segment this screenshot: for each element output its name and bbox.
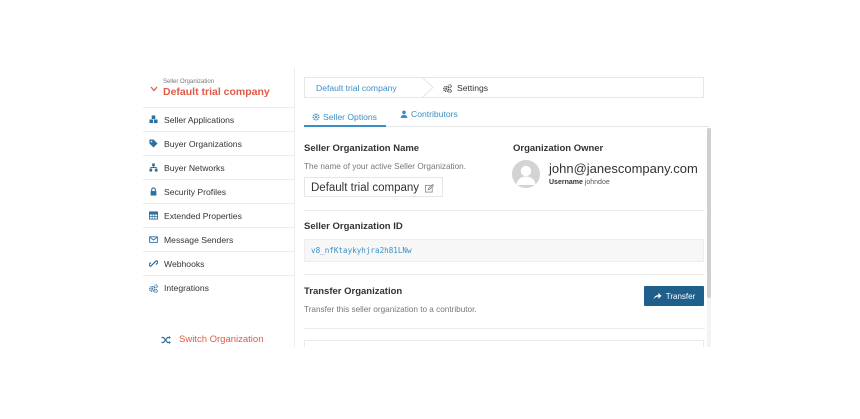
sidebar-nav: Seller Applications Buyer Organizations …	[143, 107, 294, 300]
sidebar-item-extended-properties[interactable]: Extended Properties	[143, 204, 294, 228]
avatar	[512, 160, 540, 188]
divider	[304, 328, 705, 329]
tab-seller-options[interactable]: Seller Options	[304, 102, 386, 127]
tab-contributors[interactable]: Contributors	[400, 109, 458, 119]
table-icon	[149, 211, 158, 220]
sidebar-item-label: Extended Properties	[164, 210, 242, 221]
org-name-field[interactable]: Default trial company	[304, 177, 444, 197]
username-label: Username	[549, 179, 583, 186]
settings-content: Seller Organization Name The name of you…	[295, 128, 708, 347]
org-id-title: Seller Organization ID	[304, 221, 403, 232]
org-selector[interactable]: Seller Organization Default trial compan…	[143, 74, 294, 104]
sidebar: Seller Organization Default trial compan…	[143, 74, 294, 300]
sidebar-item-label: Webhooks	[164, 258, 205, 269]
sidebar-item-seller-applications[interactable]: Seller Applications	[143, 108, 294, 132]
next-section-box	[304, 340, 704, 347]
breadcrumb-org-link[interactable]: Default trial company	[316, 83, 397, 93]
breadcrumb-current-label: Settings	[457, 83, 489, 93]
envelope-icon	[149, 236, 158, 243]
sidebar-item-buyer-networks[interactable]: Buyer Networks	[143, 156, 294, 180]
scrollbar-thumb[interactable]	[707, 128, 711, 298]
org-name[interactable]: Default trial company	[163, 86, 294, 99]
transfer-title: Transfer Organization	[304, 286, 403, 297]
sidebar-item-label: Buyer Organizations	[164, 138, 242, 149]
scrollbar[interactable]	[707, 128, 711, 347]
transfer-help: Transfer this seller organization to a c…	[304, 305, 477, 314]
lock-icon	[150, 187, 157, 196]
cogs-icon	[443, 83, 452, 93]
breadcrumb-separator	[422, 77, 434, 98]
breadcrumb: Default trial company Settings	[304, 77, 704, 98]
tab-bar: Seller Options Contributors	[304, 102, 709, 127]
owner-email: john@janescompany.com	[549, 161, 698, 176]
tag-icon	[149, 139, 158, 148]
divider	[304, 210, 705, 211]
org-name-title: Seller Organization Name	[304, 143, 420, 154]
tab-label: Contributors	[411, 109, 458, 119]
switch-organization-button[interactable]: Switch Organization	[161, 334, 263, 345]
sidebar-item-buyer-organizations[interactable]: Buyer Organizations	[143, 132, 294, 156]
sidebar-item-label: Security Profiles	[164, 186, 227, 197]
sidebar-item-message-senders[interactable]: Message Senders	[143, 228, 294, 252]
org-name-value: Default trial company	[311, 182, 420, 194]
divider	[304, 274, 705, 275]
transfer-button-label: Transfer	[665, 291, 696, 301]
sidebar-item-security-profiles[interactable]: Security Profiles	[143, 180, 294, 204]
transfer-button[interactable]: Transfer	[644, 286, 704, 306]
sidebar-item-label: Seller Applications	[164, 114, 235, 125]
gear-icon	[312, 113, 320, 121]
org-name-help: The name of your active Seller Organizat…	[304, 162, 467, 171]
sidebar-item-label: Integrations	[164, 283, 209, 293]
link-icon	[149, 260, 158, 267]
default-avatar-icon	[512, 160, 540, 188]
random-icon	[161, 335, 171, 344]
tab-label: Seller Options	[323, 112, 377, 122]
main-panel: Default trial company Settings Seller Op…	[294, 68, 712, 347]
sidebar-item-label: Message Senders	[164, 234, 234, 245]
sidebar-item-integrations[interactable]: Integrations	[143, 276, 294, 300]
switch-organization-label: Switch Organization	[179, 334, 264, 345]
share-icon	[653, 292, 662, 300]
username-value: johndoe	[584, 179, 610, 186]
cogs-icon	[149, 283, 158, 293]
edit-icon[interactable]	[425, 183, 435, 193]
owner-username: Username johndoe	[549, 179, 610, 186]
chevron-down-icon[interactable]	[150, 86, 158, 92]
cubes-icon	[149, 115, 158, 124]
org-small-label: Seller Organization	[163, 79, 215, 85]
org-owner-title: Organization Owner	[513, 143, 604, 154]
sidebar-item-webhooks[interactable]: Webhooks	[143, 252, 294, 276]
org-id-value: v8_nfKtaykyhjra2h81LNw	[304, 239, 704, 262]
user-icon	[400, 110, 408, 118]
sitemap-icon	[149, 163, 158, 172]
breadcrumb-current: Settings	[443, 83, 488, 93]
sidebar-item-label: Buyer Networks	[164, 162, 225, 173]
